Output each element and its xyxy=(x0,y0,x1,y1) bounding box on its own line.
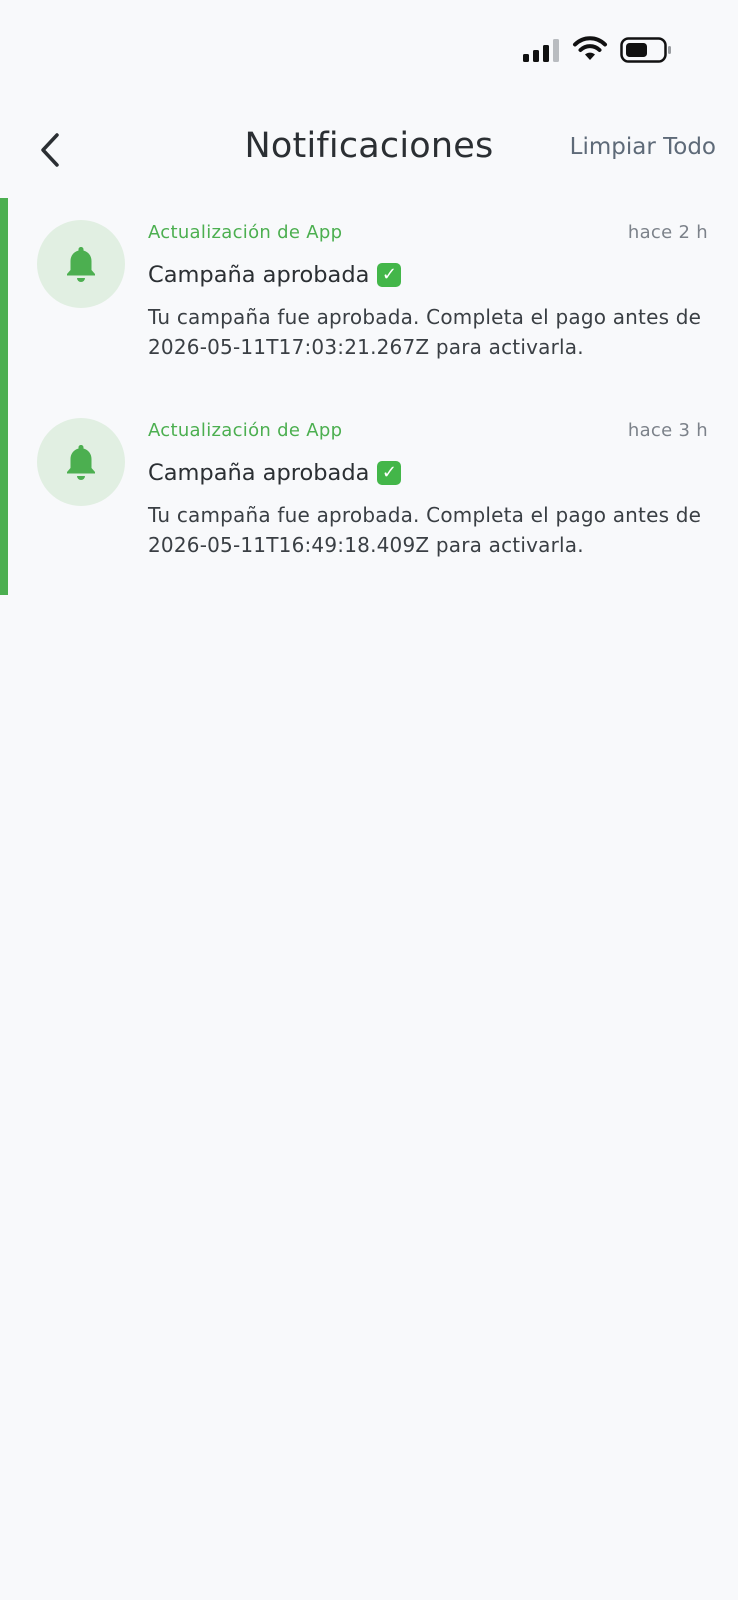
status-bar xyxy=(0,0,738,100)
notification-title-text: Campaña aprobada xyxy=(148,262,370,288)
notification-list: Actualización de App hace 2 h Campaña ap… xyxy=(0,198,738,595)
check-mark-icon: ✓ xyxy=(377,263,402,287)
notification-icon-circle xyxy=(37,220,125,308)
bell-icon xyxy=(67,247,95,282)
notification-icon-circle xyxy=(37,418,125,506)
notification-title: Campaña aprobada ✓ xyxy=(148,262,402,288)
notification-title-text: Campaña aprobada xyxy=(148,460,370,486)
notification-item[interactable]: Actualización de App hace 2 h Campaña ap… xyxy=(0,198,738,396)
header: Notificaciones Limpiar Todo xyxy=(0,118,738,182)
notification-body: Tu campaña fue aprobada. Completa el pag… xyxy=(148,305,702,359)
clear-all-button[interactable]: Limpiar Todo xyxy=(570,134,716,160)
notification-time: hace 2 h xyxy=(627,222,708,243)
bell-icon xyxy=(67,445,95,480)
notification-item[interactable]: Actualización de App hace 3 h Campaña ap… xyxy=(0,396,738,594)
cellular-signal-icon xyxy=(523,38,561,62)
notification-category: Actualización de App xyxy=(148,420,343,441)
notification-time: hace 3 h xyxy=(627,420,708,441)
notification-title: Campaña aprobada ✓ xyxy=(148,460,402,486)
check-mark-icon: ✓ xyxy=(377,461,402,485)
notification-body: Tu campaña fue aprobada. Completa el pag… xyxy=(148,503,702,557)
notification-category: Actualización de App xyxy=(148,222,343,243)
wifi-icon xyxy=(572,36,608,62)
battery-icon xyxy=(620,37,672,63)
